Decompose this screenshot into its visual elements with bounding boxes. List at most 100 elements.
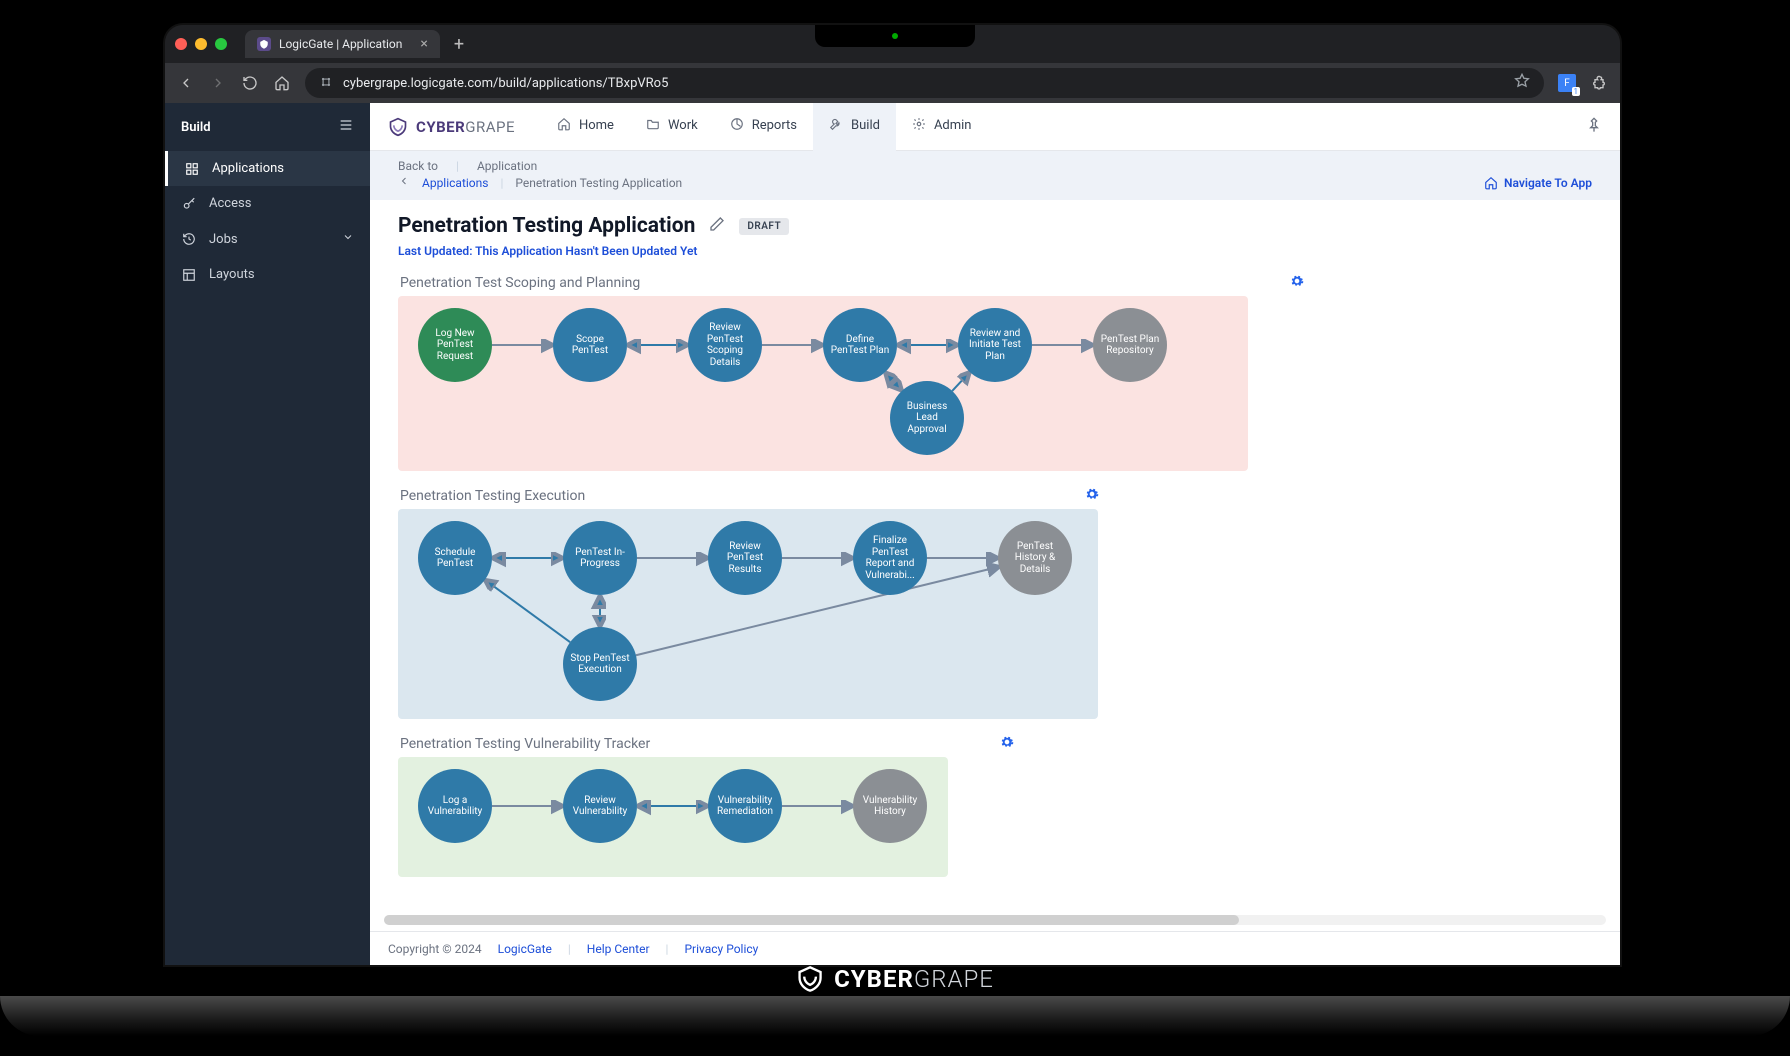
minimize-window-button[interactable] xyxy=(195,38,207,50)
hamburger-icon[interactable] xyxy=(338,117,354,137)
sidebar-item-jobs[interactable]: Jobs xyxy=(165,221,370,257)
workflow-node[interactable]: Review and Initiate Test Plan xyxy=(958,308,1032,382)
workflow-section: Penetration Testing Execution Schedule P… xyxy=(398,487,1592,719)
nav-build[interactable]: Build xyxy=(813,103,896,151)
workflow-node[interactable]: PenTest In-Progress xyxy=(563,521,637,595)
horizontal-scrollbar[interactable] xyxy=(384,915,1606,925)
workflow-node[interactable]: Review Vulnerability xyxy=(563,769,637,843)
bookmark-star-icon[interactable] xyxy=(1514,73,1530,93)
sidebar-header: Build xyxy=(165,103,370,151)
scrollbar-thumb[interactable] xyxy=(384,915,1239,925)
main-panel: CYBERGRAPE Home Work Reports Build Admin Bac… xyxy=(370,103,1620,965)
close-tab-icon[interactable]: × xyxy=(420,36,427,52)
new-tab-button[interactable]: + xyxy=(448,34,470,55)
status-badge: DRAFT xyxy=(739,218,789,235)
nav-admin[interactable]: Admin xyxy=(896,103,988,151)
screen-frame: LogicGate | Application × + cybergrape.l… xyxy=(165,25,1620,965)
crumb-back-label: Back to xyxy=(398,159,438,173)
workflow-canvas[interactable]: Log a Vulnerability Review Vulnerability V… xyxy=(398,757,948,877)
maximize-window-button[interactable] xyxy=(215,38,227,50)
gear-icon[interactable] xyxy=(1290,274,1304,292)
pin-icon[interactable] xyxy=(1586,117,1602,137)
content-area: Penetration Testing Application DRAFT La… xyxy=(370,200,1620,931)
tab-favicon xyxy=(257,37,271,51)
url-field[interactable]: cybergrape.logicgate.com/build/applicati… xyxy=(305,68,1544,98)
home-icon[interactable] xyxy=(273,74,291,92)
nav-back-icon[interactable] xyxy=(177,74,195,92)
workflow-node[interactable]: Vulnerability Remediation xyxy=(708,769,782,843)
crumb-app-label: Application xyxy=(477,159,537,173)
layout-icon xyxy=(181,268,197,282)
nav-forward-icon[interactable] xyxy=(209,74,227,92)
workflow-section: Penetration Test Scoping and Planning Lo… xyxy=(398,274,1592,471)
footer-link-privacy[interactable]: Privacy Policy xyxy=(684,942,758,956)
chevron-left-icon[interactable] xyxy=(398,175,410,190)
sidebar-item-applications[interactable]: Applications xyxy=(165,151,370,186)
brand-strong: CYBER xyxy=(416,118,465,136)
footer-link-logicgate[interactable]: LogicGate xyxy=(498,942,552,956)
grid-icon xyxy=(184,162,200,176)
workflow-node[interactable]: PenTest History & Details xyxy=(998,521,1072,595)
brand-logo[interactable]: CYBERGRAPE xyxy=(388,117,515,137)
wrench-icon xyxy=(829,117,843,135)
browser-tab[interactable]: LogicGate | Application × xyxy=(245,30,440,58)
nav-label: Work xyxy=(668,118,698,133)
nav-home[interactable]: Home xyxy=(541,103,630,151)
navigate-to-app-link[interactable]: Navigate To App xyxy=(1484,176,1592,190)
nav-label: Home xyxy=(579,118,614,133)
workflow-node[interactable]: Stop PenTest Execution xyxy=(563,627,637,701)
crumb-applications-link[interactable]: Applications xyxy=(422,176,488,190)
extensions-puzzle-icon[interactable] xyxy=(1590,74,1608,92)
brand-thin: GRAPE xyxy=(465,118,515,136)
last-updated-link[interactable]: Last Updated: This Application Hasn't Be… xyxy=(398,244,1592,258)
extension-icon[interactable]: F1 xyxy=(1558,74,1576,92)
sidebar-item-label: Applications xyxy=(212,161,284,176)
top-nav: CYBERGRAPE Home Work Reports Build Admin xyxy=(370,103,1620,151)
key-icon xyxy=(181,197,197,211)
site-settings-icon[interactable] xyxy=(319,75,333,92)
browser-address-bar: cybergrape.logicgate.com/build/applicati… xyxy=(165,63,1620,103)
workflow-node[interactable]: Define PenTest Plan xyxy=(823,308,897,382)
workflow-node[interactable]: Scope PenTest xyxy=(553,308,627,382)
footer-link-help[interactable]: Help Center xyxy=(587,942,650,956)
subbrand-banner: CYBERGRAPE xyxy=(796,965,994,993)
crumb-current: Penetration Testing Application xyxy=(515,176,682,190)
gear-icon[interactable] xyxy=(1085,487,1099,505)
sidebar-item-access[interactable]: Access xyxy=(165,186,370,221)
workflow-node[interactable]: Vulnerability History xyxy=(853,769,927,843)
nav-work[interactable]: Work xyxy=(630,103,714,151)
sidebar-item-label: Access xyxy=(209,196,251,211)
workflow-node[interactable]: Review PenTest Results xyxy=(708,521,782,595)
window-traffic-lights xyxy=(175,38,227,50)
sidebar: Build Applications Access Jobs Layouts xyxy=(165,103,370,965)
close-window-button[interactable] xyxy=(175,38,187,50)
nav-label: Admin xyxy=(934,118,972,133)
workflow-node[interactable]: Review PenTest Scoping Details xyxy=(688,308,762,382)
workflow-canvas[interactable]: Log New PenTest Request Scope PenTest Revi… xyxy=(398,296,1248,471)
workflow-node[interactable]: Log a Vulnerability xyxy=(418,769,492,843)
reload-icon[interactable] xyxy=(241,74,259,92)
workflow-node[interactable]: Log New PenTest Request xyxy=(418,308,492,382)
nav-label: Build xyxy=(851,118,880,133)
gear-icon[interactable] xyxy=(1000,735,1014,753)
sidebar-item-layouts[interactable]: Layouts xyxy=(165,257,370,292)
workflow-title: Penetration Testing Execution xyxy=(400,488,585,504)
folder-icon xyxy=(646,117,660,135)
workflow-node[interactable]: Schedule PenTest xyxy=(418,521,492,595)
edit-title-icon[interactable] xyxy=(709,216,725,236)
page-title: Penetration Testing Application xyxy=(398,214,695,238)
laptop-notch xyxy=(815,25,975,47)
history-icon xyxy=(181,232,197,246)
workflow-canvas[interactable]: Schedule PenTest PenTest In-Progress Revie… xyxy=(398,509,1098,719)
sidebar-title: Build xyxy=(181,120,211,135)
breadcrumb: Back to | Application Applications | Pen… xyxy=(370,151,1620,194)
workflow-node[interactable]: Business Lead Approval xyxy=(890,381,964,455)
laptop-base xyxy=(0,996,1790,1036)
workflow-node[interactable]: PenTest Plan Repository xyxy=(1093,308,1167,382)
gear-icon xyxy=(912,117,926,135)
workflow-node[interactable]: Finalize PenTest Report and Vulnerabi... xyxy=(853,521,927,595)
workflow-title: Penetration Test Scoping and Planning xyxy=(400,275,640,291)
app-viewport: Build Applications Access Jobs Layouts C… xyxy=(165,103,1620,965)
nav-reports[interactable]: Reports xyxy=(714,103,813,151)
workflow-section: Penetration Testing Vulnerability Tracke… xyxy=(398,735,1592,877)
